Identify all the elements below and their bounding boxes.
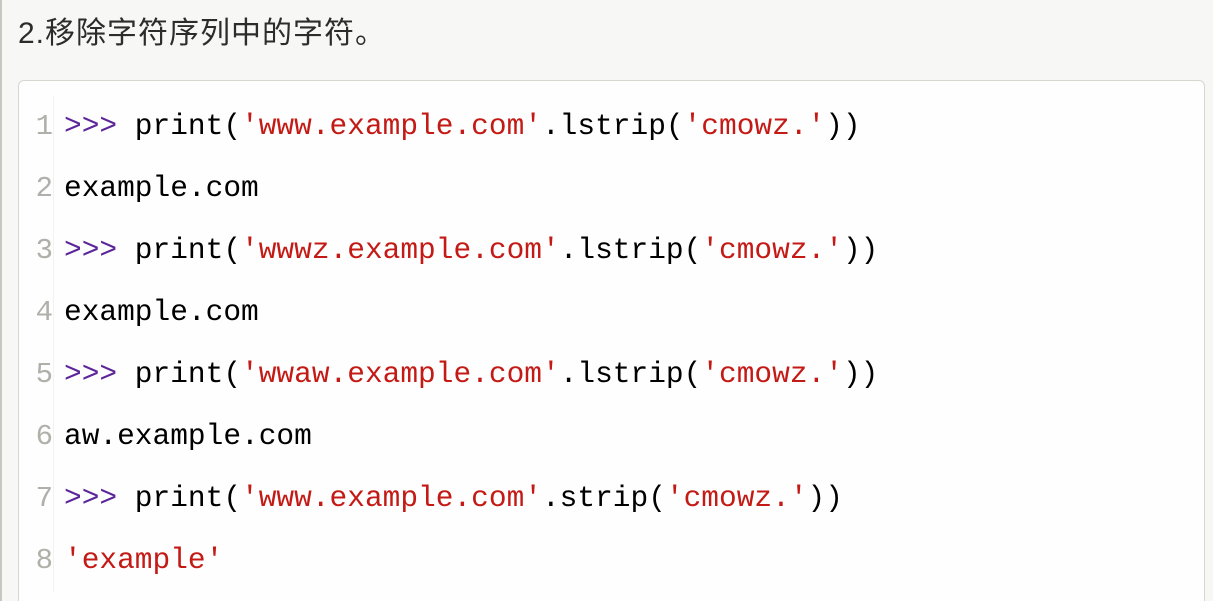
document-page: 2.移除字符序列中的字符。 1>>> print('www.example.co… bbox=[0, 0, 1213, 601]
code-token: )) bbox=[825, 109, 860, 143]
code-string: 'example' bbox=[64, 543, 223, 577]
code-token: )) bbox=[808, 481, 843, 515]
line-number: 6 bbox=[19, 406, 54, 468]
code-line: 1>>> print('www.example.com'.lstrip('cmo… bbox=[19, 95, 1204, 157]
code-token: example.com bbox=[64, 295, 259, 329]
code-token: print( bbox=[117, 357, 241, 391]
code-string: 'cmowz.' bbox=[701, 233, 843, 267]
code-text: >>> print('www.example.com'.strip('cmowz… bbox=[64, 467, 843, 529]
code-token: example.com bbox=[64, 171, 259, 205]
code-token: .lstrip( bbox=[560, 357, 702, 391]
code-line: 4 example.com bbox=[19, 281, 1204, 343]
code-token: )) bbox=[843, 233, 878, 267]
code-token: .lstrip( bbox=[560, 233, 702, 267]
code-prompt: >>> bbox=[64, 109, 117, 143]
code-token: print( bbox=[117, 233, 241, 267]
code-text: >>> print('www.example.com'.lstrip('cmow… bbox=[64, 95, 861, 157]
code-token: aw.example.com bbox=[64, 419, 312, 453]
code-line: 2 example.com bbox=[19, 157, 1204, 219]
code-prompt: >>> bbox=[64, 233, 117, 267]
code-line: 3>>> print('wwwz.example.com'.lstrip('cm… bbox=[19, 219, 1204, 281]
code-text: >>> print('wwaw.example.com'.lstrip('cmo… bbox=[64, 343, 878, 405]
line-number: 1 bbox=[19, 96, 54, 158]
code-string: 'wwaw.example.com' bbox=[241, 357, 560, 391]
code-string: 'wwwz.example.com' bbox=[241, 233, 560, 267]
code-string: 'cmowz.' bbox=[684, 109, 826, 143]
code-text: >>> print('wwwz.example.com'.lstrip('cmo… bbox=[64, 219, 878, 281]
code-text: 'example' bbox=[64, 529, 223, 591]
code-string: 'cmowz.' bbox=[701, 357, 843, 391]
code-token: print( bbox=[117, 481, 241, 515]
code-token: .strip( bbox=[542, 481, 666, 515]
code-line: 5>>> print('wwaw.example.com'.lstrip('cm… bbox=[19, 343, 1204, 405]
code-token: )) bbox=[843, 357, 878, 391]
code-line: 8 'example' bbox=[19, 529, 1204, 591]
code-token: .lstrip( bbox=[542, 109, 684, 143]
section-heading: 2.移除字符序列中的字符。 bbox=[18, 8, 1205, 52]
line-number: 7 bbox=[19, 468, 54, 530]
code-prompt: >>> bbox=[64, 481, 117, 515]
code-string: 'www.example.com' bbox=[241, 481, 542, 515]
code-text: example.com bbox=[64, 157, 259, 219]
code-text: example.com bbox=[64, 281, 259, 343]
code-line: 7>>> print('www.example.com'.strip('cmow… bbox=[19, 467, 1204, 529]
line-number: 3 bbox=[19, 220, 54, 282]
line-number: 5 bbox=[19, 344, 54, 406]
line-number: 8 bbox=[19, 530, 54, 592]
line-number: 2 bbox=[19, 158, 54, 220]
code-token: print( bbox=[117, 109, 241, 143]
code-prompt: >>> bbox=[64, 357, 117, 391]
code-text: aw.example.com bbox=[64, 405, 312, 467]
code-block: 1>>> print('www.example.com'.lstrip('cmo… bbox=[18, 80, 1205, 601]
code-string: 'www.example.com' bbox=[241, 109, 542, 143]
line-number: 4 bbox=[19, 282, 54, 344]
code-line: 6 aw.example.com bbox=[19, 405, 1204, 467]
code-string: 'cmowz.' bbox=[666, 481, 808, 515]
